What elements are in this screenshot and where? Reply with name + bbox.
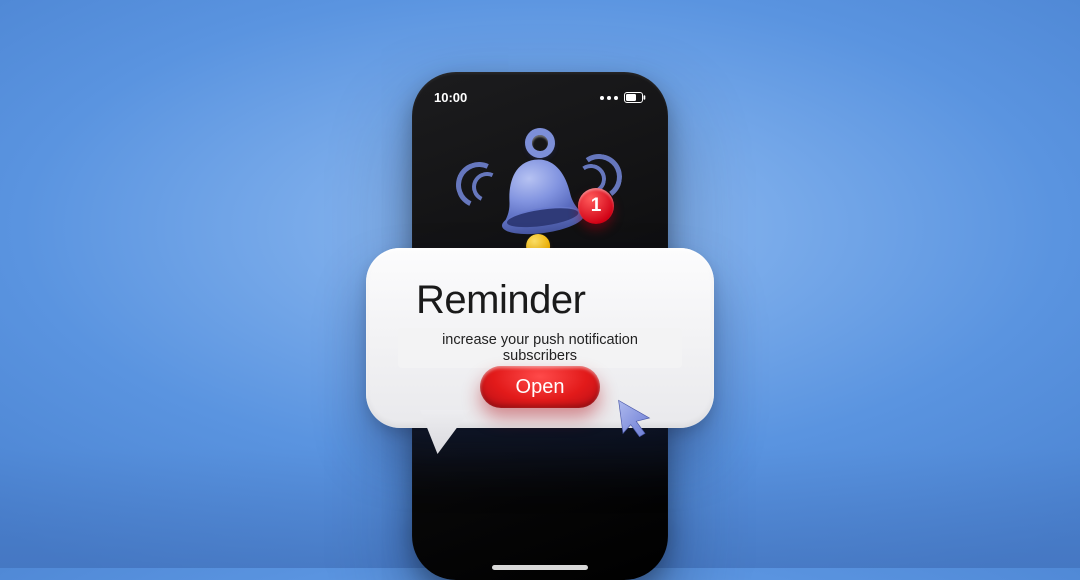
notification-badge: 1	[578, 188, 614, 224]
badge-count: 1	[591, 195, 602, 217]
battery-icon	[624, 92, 646, 103]
open-button[interactable]: Open	[480, 366, 600, 408]
status-time: 10:00	[434, 90, 467, 105]
open-button-label: Open	[516, 376, 565, 399]
notification-card: Reminder increase your push notification…	[366, 248, 714, 428]
status-right	[600, 92, 646, 103]
notification-title: Reminder	[416, 278, 585, 323]
more-icon	[600, 96, 618, 100]
notification-subtitle: increase your push notification subscrib…	[398, 328, 682, 368]
status-bar: 10:00	[434, 90, 646, 105]
